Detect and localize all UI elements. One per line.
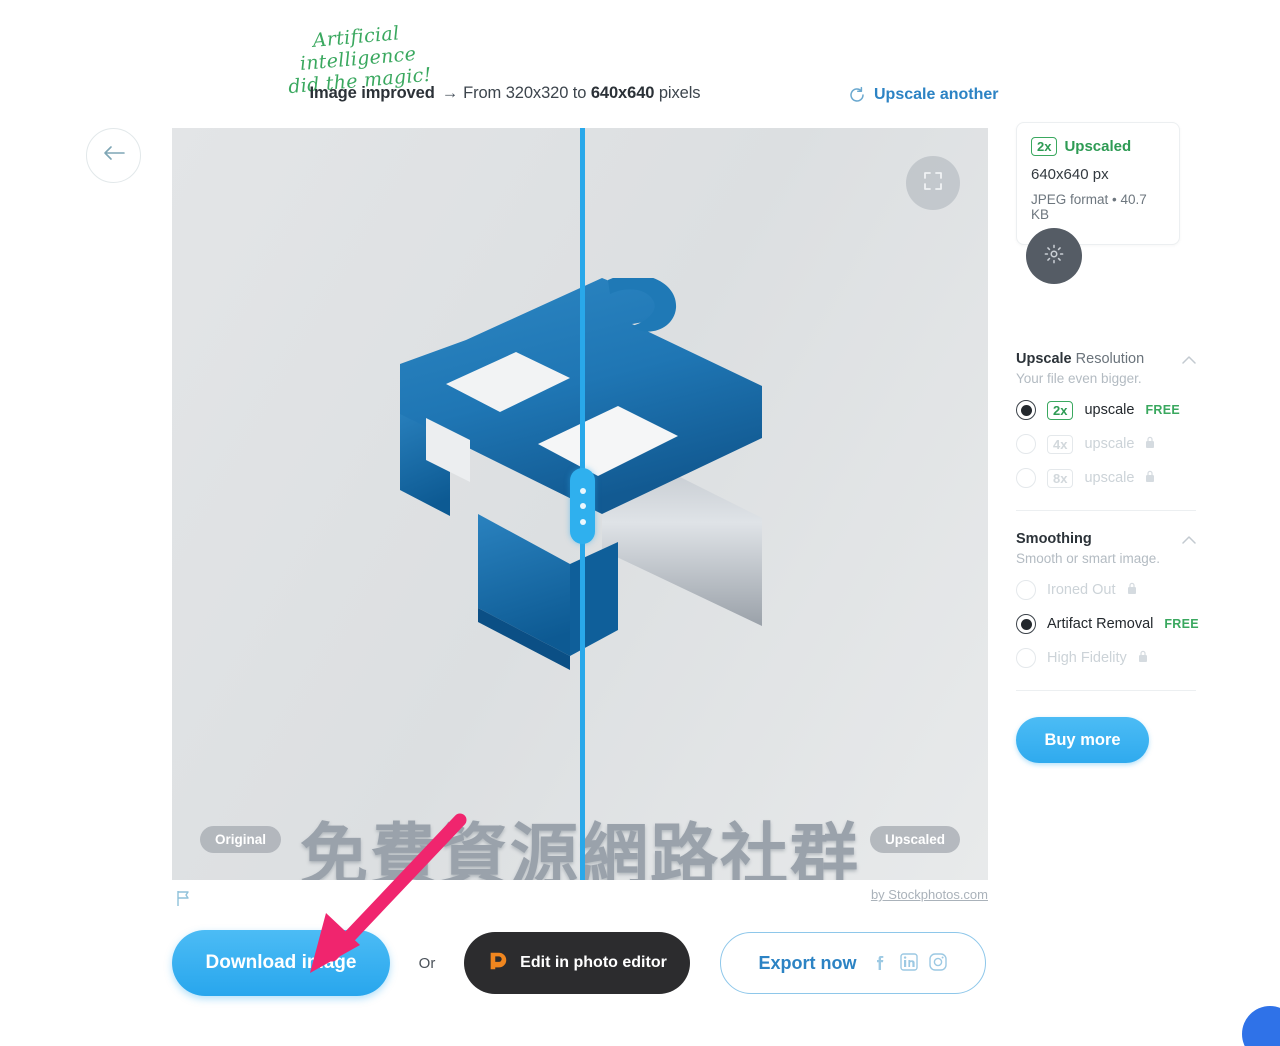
- section-divider: [1016, 690, 1196, 691]
- action-bar: Download image Or Edit in photo editor E…: [172, 930, 986, 996]
- back-button[interactable]: [86, 128, 141, 183]
- handle-dot: [579, 518, 586, 525]
- section-header[interactable]: Upscale Resolution: [1016, 351, 1196, 367]
- upscale-info-card: 2x Upscaled 640x640 px JPEG format • 40.…: [1016, 122, 1180, 245]
- section-smoothing: Smoothing Smooth or smart image. Ironed …: [1016, 531, 1206, 668]
- option-label: Artifact Removal: [1047, 616, 1154, 632]
- section-subtitle: Your file even bigger.: [1016, 371, 1142, 386]
- radio-upscale-4x[interactable]: [1016, 434, 1036, 454]
- info-card-title-row: 2x Upscaled: [1031, 137, 1165, 156]
- pixels-unit: pixels: [658, 84, 701, 102]
- radio-upscale-8x[interactable]: [1016, 468, 1036, 488]
- photopea-icon: [487, 950, 509, 977]
- upscale-another-button[interactable]: Upscale another: [848, 86, 998, 104]
- option-high-fidelity[interactable]: High Fidelity: [1016, 648, 1206, 668]
- radio-ironed-out[interactable]: [1016, 580, 1036, 600]
- info-dimensions: 640x640 px: [1031, 166, 1109, 183]
- section-divider: [1016, 510, 1196, 511]
- option-chip: 8x: [1047, 468, 1074, 488]
- info-card-label: Upscaled: [1064, 138, 1132, 155]
- lock-icon: [1138, 650, 1148, 666]
- option-label: upscale: [1084, 470, 1135, 486]
- stockphotos-credit-link[interactable]: by Stockphotos.com: [871, 887, 988, 902]
- section-header[interactable]: Smoothing: [1016, 531, 1196, 547]
- option-label: upscale: [1084, 436, 1135, 452]
- info-scale-chip: 2x: [1031, 137, 1058, 156]
- chevron-up-icon[interactable]: [1182, 531, 1196, 547]
- badge-original: Original: [200, 826, 282, 853]
- radio-upscale-2x[interactable]: [1016, 400, 1036, 420]
- section-title: Smoothing: [1016, 531, 1092, 547]
- option-chip: 2x: [1047, 400, 1074, 420]
- linkedin-icon[interactable]: [899, 952, 919, 975]
- radio-high-fidelity[interactable]: [1016, 648, 1036, 668]
- to-word: to: [572, 84, 587, 102]
- option-free-tag: FREE: [1145, 403, 1180, 417]
- section-title-bold: Smoothing: [1016, 531, 1092, 547]
- option-label: Ironed Out: [1047, 582, 1116, 598]
- improved-summary: Image improved → From 320x320 to 640x640 p…: [310, 84, 701, 103]
- settings-sidebar: 2x Upscaled 640x640 px JPEG format • 40.…: [1016, 122, 1206, 763]
- export-now-label: Export now: [758, 952, 857, 973]
- image-compare-stage[interactable]: 免費資源網路社群 Original Upscaled: [172, 128, 988, 880]
- lock-icon: [1127, 582, 1137, 598]
- option-upscale-4x[interactable]: 4x upscale: [1016, 434, 1206, 454]
- option-label: High Fidelity: [1047, 650, 1127, 666]
- radio-artifact-removal[interactable]: [1016, 614, 1036, 634]
- instagram-icon[interactable]: [928, 952, 948, 975]
- section-title-rest: Resolution: [1071, 351, 1145, 367]
- export-now-button[interactable]: Export now: [720, 932, 986, 994]
- facebook-icon[interactable]: [870, 952, 890, 975]
- option-free-tag: FREE: [1164, 617, 1199, 631]
- status-label: Image improved: [309, 84, 435, 102]
- option-label: upscale: [1084, 402, 1135, 418]
- section-upscale-resolution: Upscale Resolution Your file even bigger…: [1016, 351, 1206, 488]
- handle-dot: [579, 487, 586, 494]
- option-upscale-2x[interactable]: 2x upscale FREE: [1016, 400, 1206, 420]
- edit-in-photo-editor-button[interactable]: Edit in photo editor: [464, 932, 690, 994]
- handle-dot: [579, 503, 586, 509]
- section-title-bold: Upscale: [1016, 351, 1072, 367]
- arrow-glyph: →: [441, 84, 459, 102]
- section-subtitle: Smooth or smart image.: [1016, 551, 1161, 566]
- lock-icon: [1145, 470, 1155, 486]
- option-ironed-out[interactable]: Ironed Out: [1016, 580, 1206, 600]
- section-title: Upscale Resolution: [1016, 351, 1144, 367]
- export-social-icons: [870, 952, 948, 975]
- expand-icon: [922, 170, 944, 197]
- compare-slider-handle[interactable]: [570, 468, 595, 544]
- new-size: 640x640: [590, 84, 655, 102]
- refresh-icon: [848, 86, 866, 104]
- chat-widget-button[interactable]: [1242, 1006, 1280, 1046]
- expand-fullscreen-button[interactable]: [906, 156, 960, 210]
- back-arrow-icon: [102, 145, 126, 166]
- buy-more-button[interactable]: Buy more: [1016, 717, 1149, 763]
- chevron-up-icon[interactable]: [1182, 351, 1196, 367]
- option-artifact-removal[interactable]: Artifact Removal FREE: [1016, 614, 1206, 634]
- lock-icon: [1145, 436, 1155, 452]
- download-image-button[interactable]: Download image: [172, 930, 390, 996]
- original-size: 320x320: [505, 84, 569, 102]
- option-chip: 4x: [1047, 434, 1074, 454]
- option-upscale-8x[interactable]: 8x upscale: [1016, 468, 1206, 488]
- upscale-another-label: Upscale another: [874, 86, 999, 103]
- info-format-size: JPEG format • 40.7 KB: [1031, 192, 1147, 222]
- or-separator-label: Or: [418, 954, 436, 972]
- gear-icon: [1043, 243, 1065, 270]
- edit-editor-label: Edit in photo editor: [520, 954, 667, 971]
- badge-upscaled: Upscaled: [869, 826, 960, 853]
- settings-gear-button[interactable]: [1026, 228, 1082, 284]
- report-flag-button[interactable]: [174, 888, 196, 910]
- from-prefix: From: [463, 84, 502, 102]
- flag-icon: [174, 891, 194, 912]
